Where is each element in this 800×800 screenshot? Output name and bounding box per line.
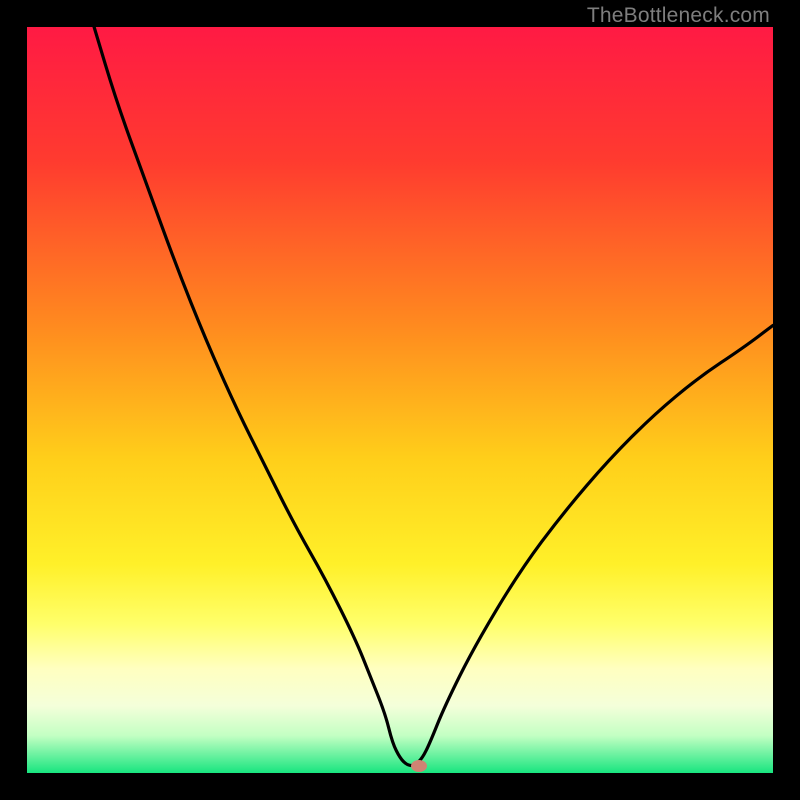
watermark-text: TheBottleneck.com <box>587 4 770 28</box>
plot-area <box>27 27 773 773</box>
optimum-marker <box>411 760 427 772</box>
chart-frame: TheBottleneck.com <box>0 0 800 800</box>
curve-svg <box>27 27 773 773</box>
bottleneck-curve <box>94 27 773 766</box>
